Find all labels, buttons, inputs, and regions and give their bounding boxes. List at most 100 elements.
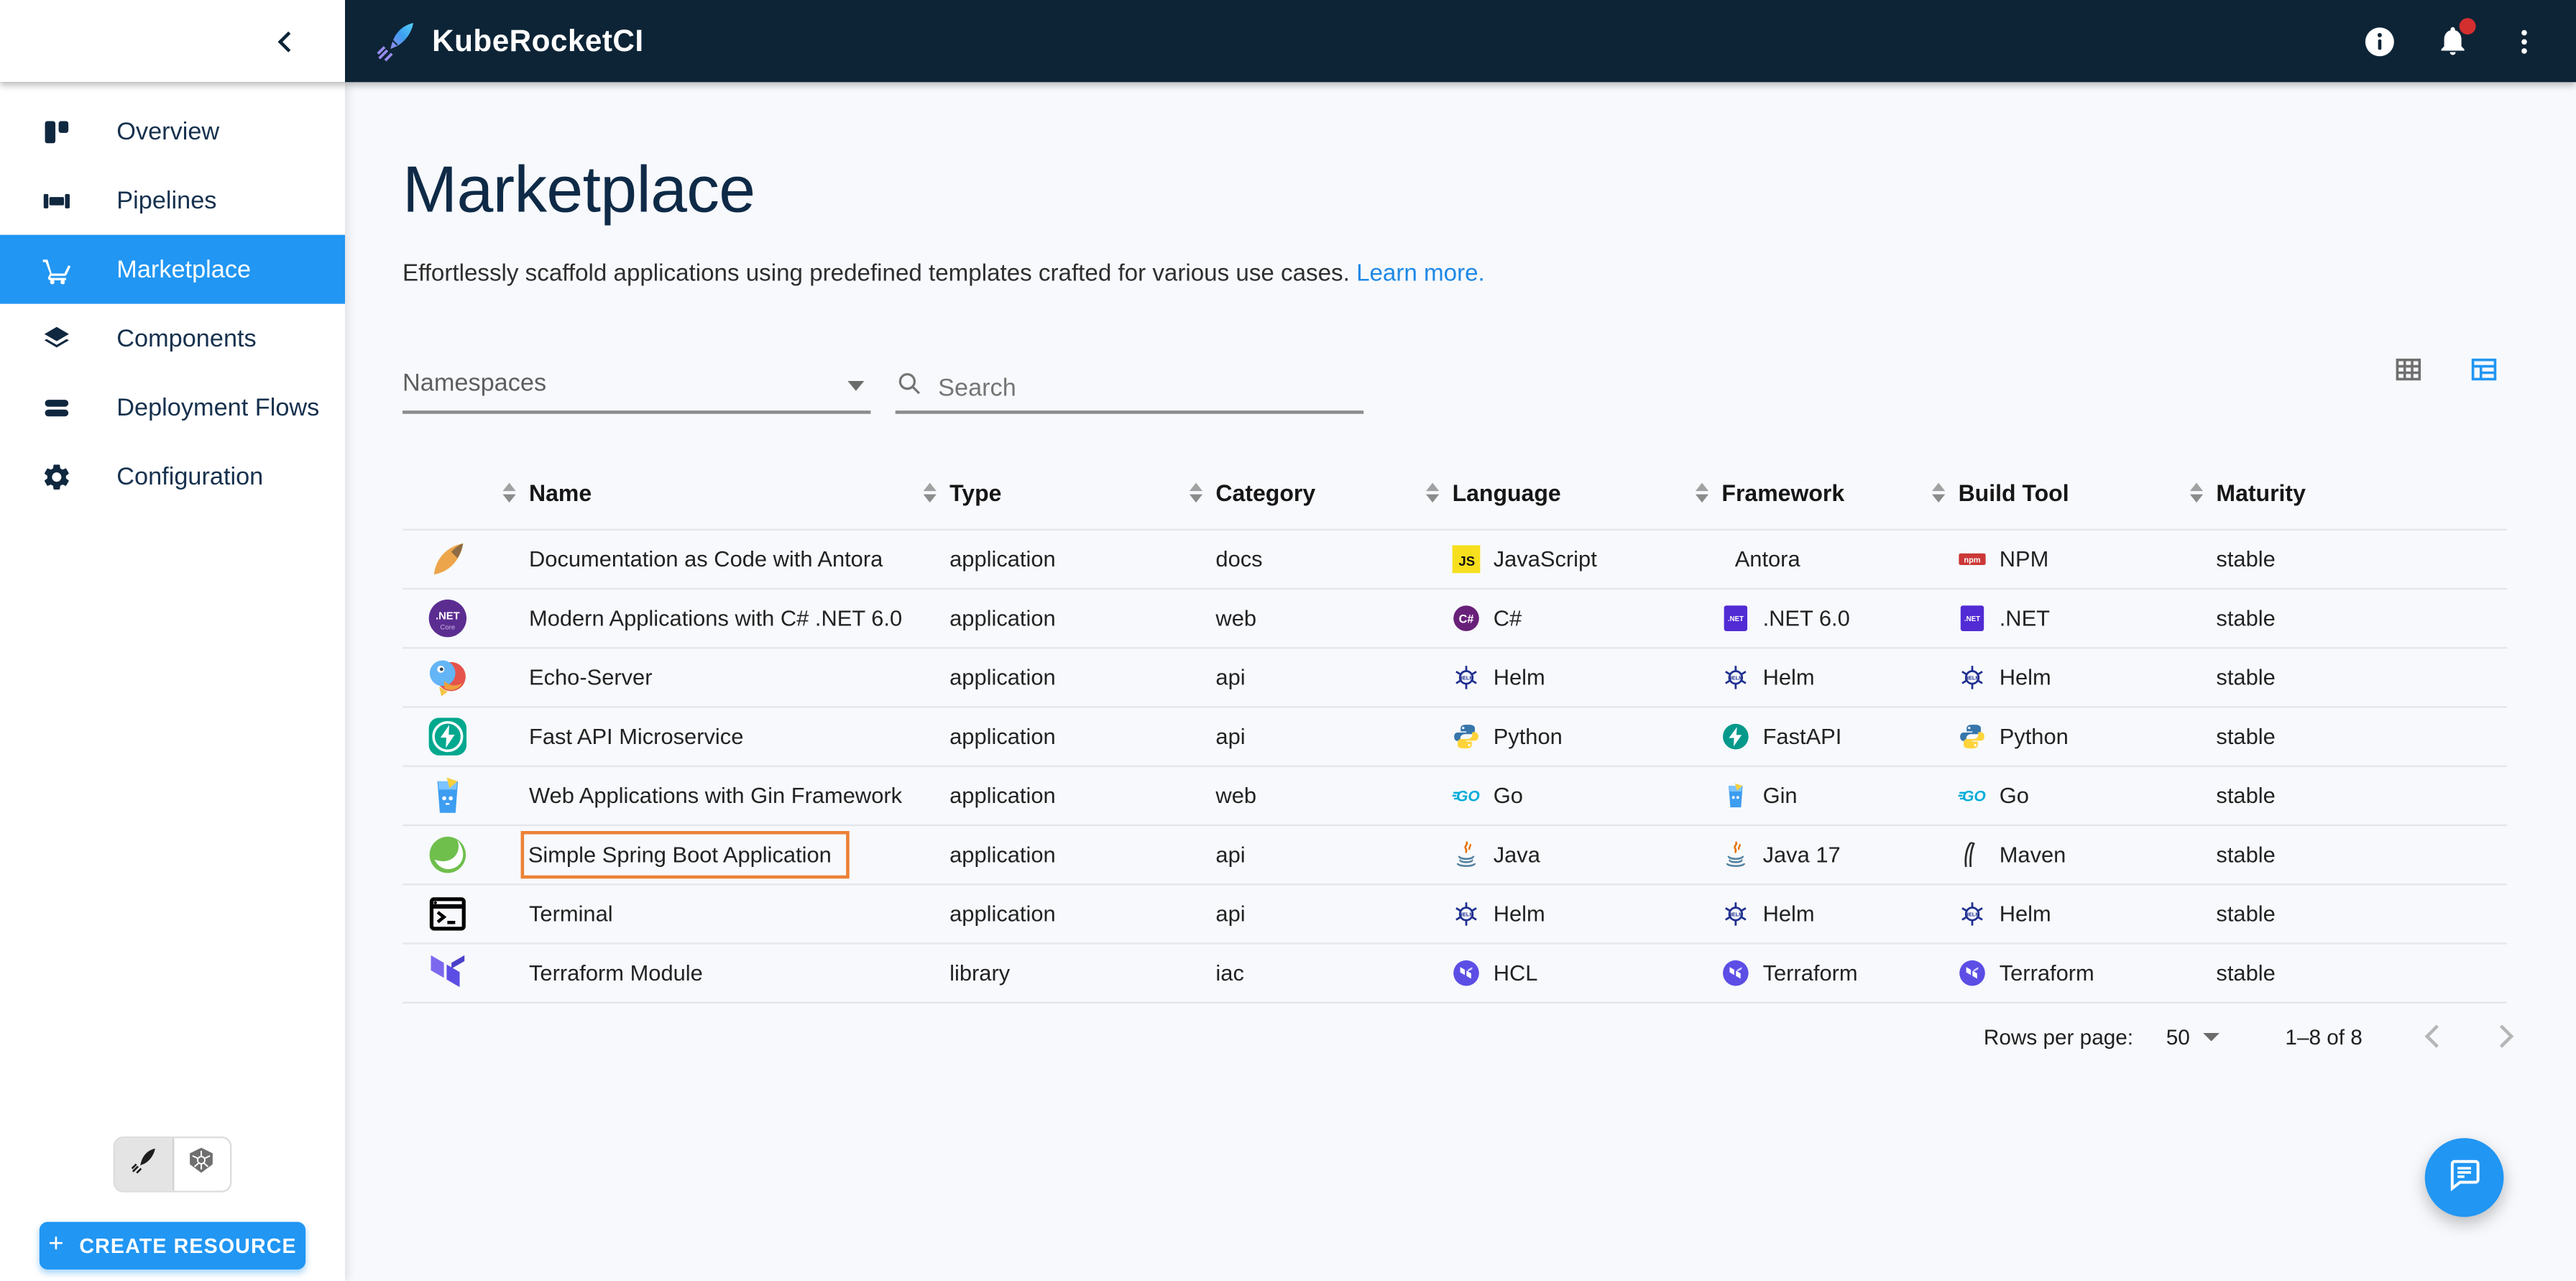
svg-text:.NET: .NET (1728, 615, 1744, 623)
chat-fab-button[interactable] (2425, 1138, 2504, 1217)
svg-text:HELM: HELM (1728, 674, 1743, 681)
sidebar-item-overview[interactable]: Overview (0, 97, 345, 166)
terraform-icon (1721, 959, 1749, 987)
configuration-gear-icon (41, 461, 72, 492)
table-body: Documentation as Code with Antora applic… (402, 529, 2507, 1004)
table-row-highlighted[interactable]: Simple Spring Boot Application applicati… (402, 826, 2507, 885)
table-row[interactable]: .NETCore Modern Applications with C# .NE… (402, 589, 2507, 648)
kuberocketci-rocket-toggle[interactable] (115, 1138, 173, 1190)
helm-icon: HELM (1959, 900, 1987, 928)
sort-icon[interactable] (1696, 483, 1708, 502)
helm-icon: HELM (1721, 900, 1749, 928)
sidebar-header (0, 0, 345, 82)
js-icon: JS (1453, 545, 1481, 573)
info-icon[interactable] (2363, 24, 2397, 58)
sidebar-item-pipelines[interactable]: Pipelines (0, 166, 345, 235)
fastapi-app-icon (402, 716, 529, 757)
template-name[interactable]: Web Applications with Gin Framework (529, 784, 949, 808)
rows-per-page-label: Rows per page: (1984, 1024, 2133, 1048)
gin-icon (1721, 781, 1749, 809)
sidebar-nav: Overview Pipelines Marketplace Component… (0, 82, 345, 510)
template-name[interactable]: Modern Applications with C# .NET 6.0 (529, 606, 949, 630)
chevron-down-icon (847, 381, 864, 391)
column-header-category[interactable]: Category (1215, 479, 1452, 506)
sort-icon[interactable] (502, 483, 515, 502)
svg-text:HELM: HELM (1728, 911, 1743, 917)
maturity-value: stable (2216, 606, 2507, 630)
svg-text:HELM: HELM (1964, 911, 1979, 917)
topbar: KubeRocketCI (0, 0, 2576, 82)
gin-app-icon (402, 775, 529, 816)
dotnet-core-icon: .NETCore (402, 598, 529, 639)
search-input[interactable]: Search (896, 358, 1363, 414)
template-name[interactable]: Echo-Server (529, 665, 949, 689)
csharp-icon: C# (1453, 605, 1481, 633)
antora-icon (402, 538, 529, 579)
terraform-app-icon (402, 952, 529, 993)
create-resource-button[interactable]: + CREATE RESOURCE (40, 1222, 305, 1269)
column-header-language[interactable]: Language (1453, 479, 1722, 506)
kuberocketci-logo-icon (374, 19, 417, 62)
pagination-range: 1–8 of 8 (2285, 1024, 2362, 1048)
notifications-bell-icon[interactable] (2437, 24, 2470, 58)
sort-icon[interactable] (2190, 483, 2203, 502)
template-name[interactable]: Terraform Module (529, 961, 949, 986)
kebab-menu-icon[interactable] (2508, 25, 2539, 56)
table-row[interactable]: Terraform Module library iac HCL Terrafo… (402, 945, 2507, 1004)
kubernetes-toggle[interactable] (173, 1138, 230, 1190)
sidebar-item-configuration[interactable]: Configuration (0, 442, 345, 511)
rows-per-page-select[interactable]: 50 (2166, 1024, 2220, 1048)
java-icon (1453, 841, 1481, 869)
svg-text:HELM: HELM (1964, 674, 1979, 681)
template-name[interactable]: Simple Spring Boot Application (528, 842, 832, 867)
template-name[interactable]: Fast API Microservice (529, 725, 949, 749)
collapse-sidebar-icon[interactable] (278, 31, 299, 52)
go-icon: GO (1959, 781, 1987, 809)
helm-icon: HELM (1959, 664, 1987, 692)
rocket-icon (129, 1147, 157, 1183)
sidebar-item-deployment-flows[interactable]: Deployment Flows (0, 373, 345, 442)
next-page-icon[interactable] (2490, 1024, 2513, 1047)
java-icon (1721, 841, 1749, 869)
table-row[interactable]: Web Applications with Gin Framework appl… (402, 767, 2507, 826)
column-header-framework[interactable]: Framework (1721, 479, 1958, 506)
pipelines-icon (41, 185, 72, 216)
column-header-type[interactable]: Type (949, 479, 1215, 506)
deployment-flows-icon (41, 392, 72, 423)
helm-icon: HELM (1453, 900, 1481, 928)
kubernetes-wheel-icon (188, 1147, 216, 1183)
template-name[interactable]: Terminal (529, 901, 949, 926)
column-header-build-tool[interactable]: Build Tool (1959, 479, 2217, 506)
sidebar-item-components[interactable]: Components (0, 304, 345, 373)
page-subtitle: Effortlessly scaffold applications using… (402, 261, 1485, 288)
marketplace-cart-icon (41, 254, 72, 285)
sort-icon[interactable] (1190, 483, 1202, 502)
sort-icon[interactable] (1932, 483, 1945, 502)
previous-page-icon[interactable] (2425, 1024, 2448, 1047)
table-pagination: Rows per page: 50 1–8 of 8 (402, 1011, 2511, 1061)
svg-text:.NET: .NET (436, 611, 460, 623)
namespaces-select[interactable]: Namespaces (402, 358, 870, 414)
column-header-name[interactable]: Name (529, 479, 949, 506)
table-row[interactable]: Echo-Server application api HELMHelm HEL… (402, 648, 2507, 707)
page-title: Marketplace (402, 155, 755, 229)
table-row[interactable]: Fast API Microservice application api Py… (402, 708, 2507, 767)
npm-icon: npm (1959, 545, 1987, 573)
template-name[interactable]: Documentation as Code with Antora (529, 547, 949, 571)
sort-icon[interactable] (1426, 483, 1439, 502)
sort-icon[interactable] (924, 483, 937, 502)
go-icon: GO (1453, 781, 1481, 809)
table-row[interactable]: Terminal application api HELMHelm HELMHe… (402, 885, 2507, 944)
svg-text:GO: GO (1456, 789, 1480, 805)
column-header-maturity[interactable]: Maturity (2216, 479, 2507, 506)
grid-view-icon[interactable] (2393, 354, 2423, 392)
echo-server-icon (402, 657, 529, 698)
learn-more-link[interactable]: Learn more. (1356, 261, 1485, 288)
list-view-icon[interactable] (2469, 354, 2498, 392)
dotnet-icon: .NET (1721, 605, 1749, 633)
search-placeholder: Search (938, 374, 1016, 402)
table-row[interactable]: Documentation as Code with Antora applic… (402, 531, 2507, 589)
python-icon (1453, 722, 1481, 750)
svg-text:npm: npm (1964, 556, 1980, 565)
sidebar-item-marketplace[interactable]: Marketplace (0, 235, 345, 304)
